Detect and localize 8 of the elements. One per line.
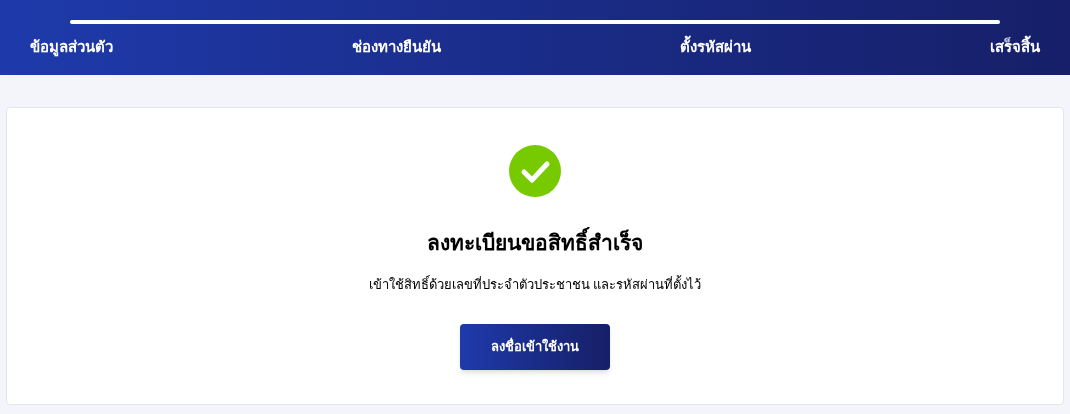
- step-label: ช่องทางยืนยัน: [352, 37, 441, 57]
- success-message: เข้าใช้สิทธิ์ด้วยเลขที่ประจำตัวประชาชน และรหัสผ่านที่ตั้งไว้: [368, 274, 702, 294]
- step-label: ตั้งรหัสผ่าน: [680, 36, 751, 59]
- login-button[interactable]: ลงชื่อเข้าใช้งาน: [460, 324, 610, 370]
- step-label: เสร็จสิ้น: [990, 36, 1040, 59]
- checkmark-icon: [509, 145, 561, 197]
- step-label: ข้อมูลส่วนตัว: [30, 37, 113, 59]
- success-title: ลงทะเบียนขอสิทธิ์สำเร็จ: [427, 227, 643, 259]
